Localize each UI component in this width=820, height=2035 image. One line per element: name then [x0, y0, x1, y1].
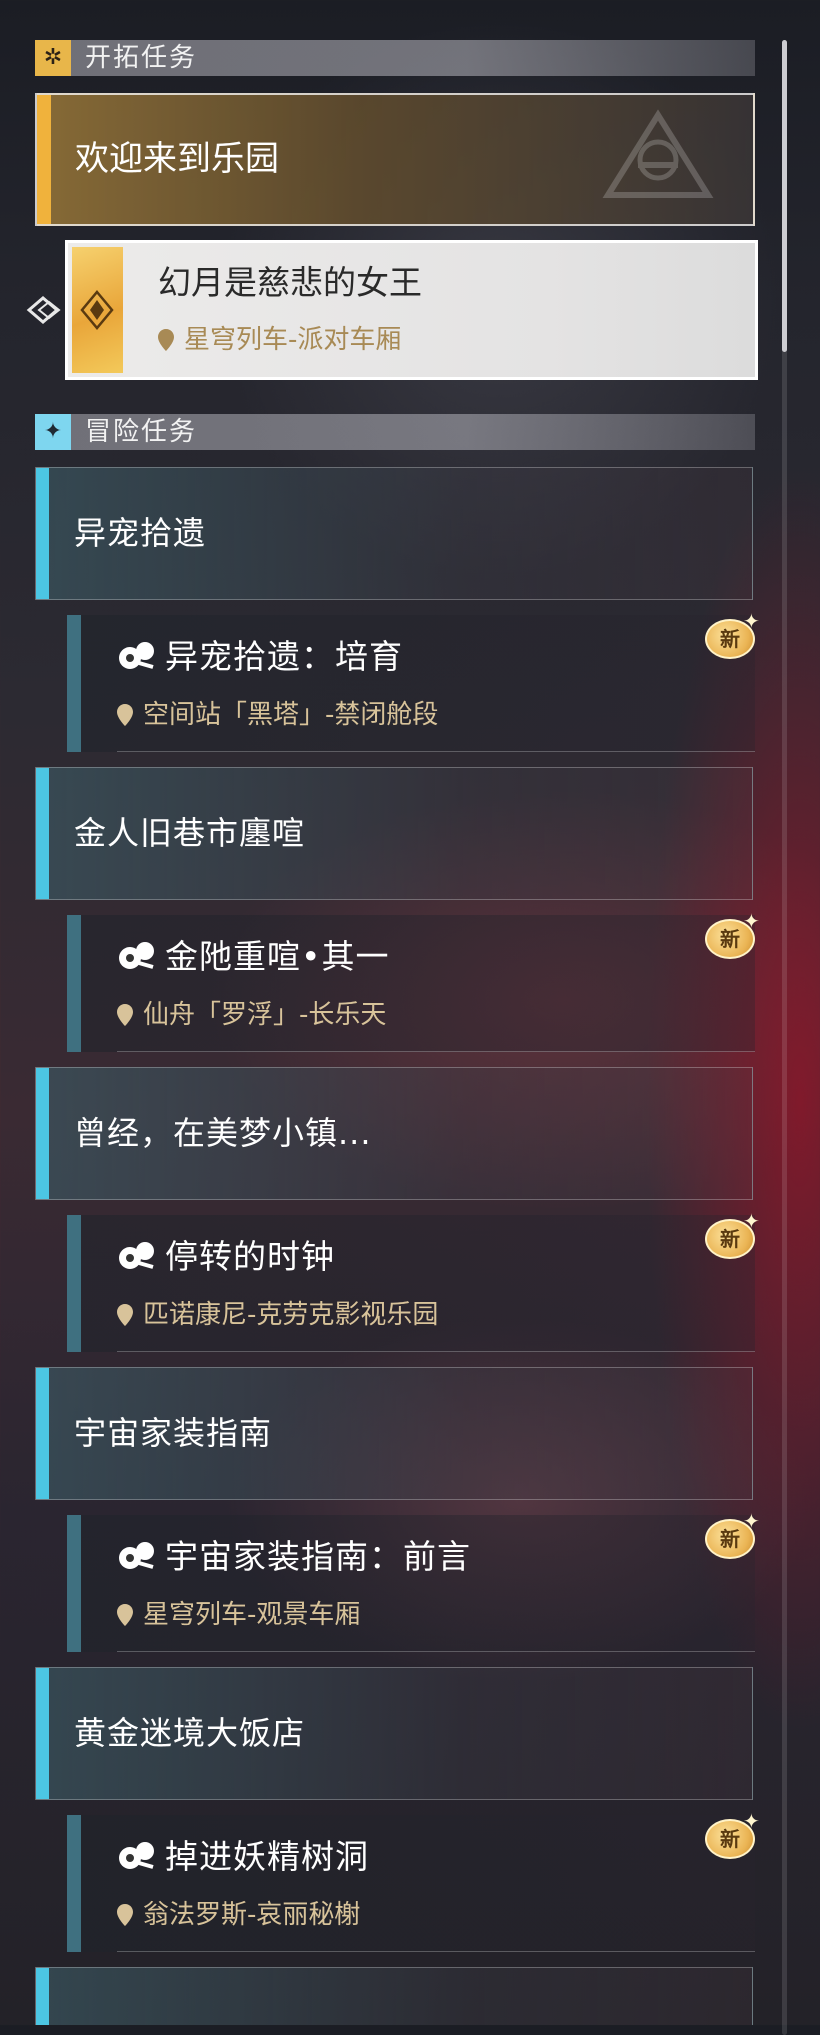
quest-location-text: 匹诺康尼-克劳克影视乐园: [143, 1300, 439, 1330]
quest-title: 停转的时钟: [117, 1235, 335, 1279]
mission-group-title: 金人旧巷市廛喧: [74, 814, 306, 852]
mission-group-card[interactable]: 宇宙家装指南: [35, 1367, 753, 1500]
mission-group-title: 异宠拾遗: [74, 514, 207, 552]
mission-group-card[interactable]: 金人旧巷市廛喧: [35, 767, 753, 900]
quest-type-icon: [119, 1242, 154, 1269]
new-badge: 新 ✦: [705, 1209, 761, 1261]
quest-location-text: 翁法罗斯-哀丽秘榭: [143, 1900, 361, 1930]
quest-location: 空间站「黑塔」-禁闭舱段: [117, 698, 438, 732]
quest-item[interactable]: 宇宙家装指南：前言 星穹列车-观景车厢: [67, 1515, 755, 1652]
mission-group-title: 欢迎来到乐园: [75, 139, 279, 179]
quest-accent-bar: [67, 915, 81, 1052]
quest-type-gold-icon: [72, 247, 123, 373]
quest-item[interactable]: 停转的时钟 匹诺康尼-克劳克影视乐园: [67, 1215, 755, 1352]
mission-group-title: 宇宙家装指南: [74, 1414, 273, 1452]
quest-title-text: 宇宙家装指南：前言: [165, 1537, 471, 1576]
quest-location-text: 星穹列车-观景车厢: [143, 1600, 361, 1630]
quest-accent-bar: [67, 1515, 81, 1652]
quest-location: 仙舟「罗浮」-长乐天: [117, 998, 386, 1032]
quest-accent-bar: [67, 615, 81, 752]
mission-group-card[interactable]: [35, 1967, 753, 2025]
quest-item[interactable]: 金阤重喧•其一 仙舟「罗浮」-长乐天: [67, 915, 755, 1052]
location-pin-icon: [158, 329, 174, 351]
group-accent-bar: [36, 1068, 49, 1199]
quest-location: 匹诺康尼-克劳克影视乐园: [117, 1298, 438, 1332]
quest-location-text: 仙舟「罗浮」-长乐天: [143, 1000, 387, 1030]
quest-type-icon: [119, 642, 154, 669]
adventure-icon: ✦: [35, 414, 71, 450]
sparkle-icon: ✦: [743, 1809, 760, 1833]
location-pin-icon: [117, 704, 133, 726]
new-badge: 新 ✦: [705, 1809, 761, 1861]
location-pin-icon: [117, 1304, 133, 1326]
group-accent-bar: [36, 1368, 49, 1499]
group-accent-bar: [36, 1968, 49, 2025]
quest-type-icon: [119, 1542, 154, 1569]
quest-location: 星穹列车-派对车厢: [158, 323, 401, 357]
section-header-trailblaze: ✲ 开拓任务: [35, 40, 755, 76]
group-accent-bar: [36, 468, 49, 599]
divider: [117, 1651, 755, 1652]
group-accent-bar: [37, 95, 51, 224]
sparkle-icon: ✦: [743, 1209, 760, 1233]
quest-type-icon: [119, 1842, 154, 1869]
divider: [117, 1051, 755, 1052]
quest-title: 幻月是慈悲的女王: [158, 263, 422, 302]
quest-location-text: 星穹列车-派对车厢: [184, 325, 402, 355]
new-badge: 新 ✦: [705, 1509, 761, 1561]
quest-title: 宇宙家装指南：前言: [117, 1535, 471, 1579]
quest-title-text: 掉进妖精树洞: [165, 1837, 369, 1876]
divider: [117, 1951, 755, 1952]
mission-group-card[interactable]: 异宠拾遗: [35, 467, 753, 600]
quest-title-text: 金阤重喧•其一: [165, 937, 390, 976]
quest-title: 掉进妖精树洞: [117, 1835, 369, 1879]
quest-title: 异宠拾遗：培育: [117, 635, 403, 679]
sparkle-icon: ✦: [743, 909, 760, 933]
trailblaze-icon: ✲: [35, 40, 71, 76]
mission-group-card[interactable]: 曾经，在美梦小镇...: [35, 1067, 753, 1200]
divider: [117, 1351, 755, 1352]
mission-group-card[interactable]: 黄金迷境大饭店: [35, 1667, 753, 1800]
section-title: 冒险任务: [85, 417, 198, 447]
sparkle-icon: ✦: [743, 609, 760, 633]
emblem-icon: [602, 109, 714, 198]
quest-accent-bar: [67, 1815, 81, 1952]
section-header-adventure: ✦ 冒险任务: [35, 414, 755, 450]
quest-title-text: 异宠拾遗：培育: [165, 637, 403, 676]
group-accent-bar: [36, 1668, 49, 1799]
location-pin-icon: [117, 1904, 133, 1926]
group-accent-bar: [36, 768, 49, 899]
location-pin-icon: [117, 1004, 133, 1026]
mission-group-title: 黄金迷境大饭店: [74, 1714, 306, 1752]
quest-location-text: 空间站「黑塔」-禁闭舱段: [143, 700, 439, 730]
current-quest-marker-icon: [25, 290, 65, 330]
quest-accent-bar: [67, 1215, 81, 1352]
selected-quest-card[interactable]: 幻月是慈悲的女王 星穹列车-派对车厢: [65, 240, 758, 380]
new-badge: 新 ✦: [705, 609, 761, 661]
mission-group-card[interactable]: 欢迎来到乐园: [35, 93, 755, 226]
divider: [117, 751, 755, 752]
sparkle-icon: ✦: [743, 1509, 760, 1533]
quest-type-icon: [119, 942, 154, 969]
location-pin-icon: [117, 1604, 133, 1626]
quest-item[interactable]: 异宠拾遗：培育 空间站「黑塔」-禁闭舱段: [67, 615, 755, 752]
quest-item[interactable]: 掉进妖精树洞 翁法罗斯-哀丽秘榭: [67, 1815, 755, 1952]
section-title: 开拓任务: [85, 43, 198, 73]
quest-title-text: 停转的时钟: [165, 1237, 335, 1276]
quest-title: 金阤重喧•其一: [117, 935, 389, 979]
new-badge: 新 ✦: [705, 909, 761, 961]
mission-group-title: 曾经，在美梦小镇...: [74, 1114, 372, 1152]
quest-location: 星穹列车-观景车厢: [117, 1598, 360, 1632]
quest-location: 翁法罗斯-哀丽秘榭: [117, 1898, 360, 1932]
scrollbar-thumb[interactable]: [782, 40, 787, 352]
